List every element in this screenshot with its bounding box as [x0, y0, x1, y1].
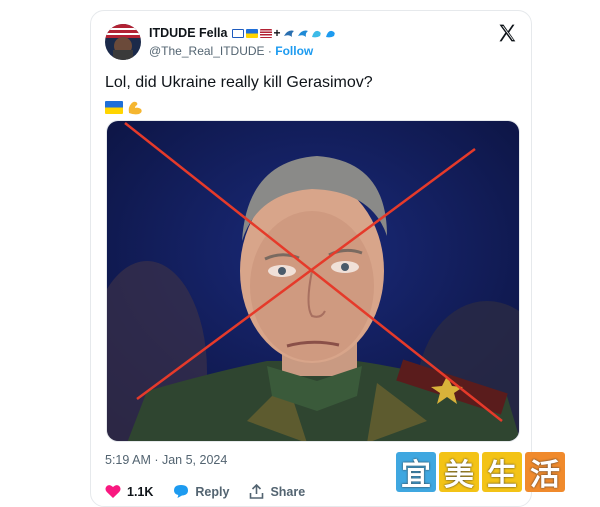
watermark-char: 活 [525, 452, 565, 493]
upload-arrow-icon [250, 484, 264, 499]
reply-button[interactable]: Reply [173, 484, 229, 499]
separator-dot: · [267, 44, 272, 58]
watermark-char: 美 [439, 452, 479, 493]
handle-row: @The_Real_ITDUDE · Follow [149, 44, 313, 58]
name-emojis: + [231, 26, 337, 40]
handle[interactable]: @The_Real_ITDUDE [149, 44, 265, 58]
wave-icon [311, 30, 321, 37]
tweet-card: ITDUDE Fella + @The_Real_ITDUDE · Follow… [90, 10, 532, 507]
ukraine-flag-icon [245, 28, 258, 38]
watermark-logo: 宜 美 生 活 [396, 452, 565, 493]
x-logo-icon[interactable] [497, 23, 517, 43]
tweet-emojis [105, 98, 144, 116]
israel-flag-icon [231, 28, 244, 38]
share-label: Share [270, 484, 306, 499]
heart-icon [105, 485, 121, 498]
dolphin-icon [283, 30, 294, 37]
watermark-char: 生 [482, 452, 522, 493]
like-count: 1.1K [127, 484, 154, 499]
watermark-char: 宜 [396, 452, 436, 493]
tweet-text: Lol, did Ukraine really kill Gerasimov? [105, 74, 373, 91]
tweet-photo[interactable] [106, 120, 520, 442]
author-name-row[interactable]: ITDUDE Fella + [149, 26, 337, 40]
flexed-biceps-icon [128, 101, 142, 115]
avatar[interactable] [105, 24, 141, 60]
tweet-actions: 1.1K Reply Share [105, 484, 305, 499]
follow-button[interactable]: Follow [275, 44, 313, 58]
like-button[interactable]: 1.1K [105, 484, 153, 499]
usa-flag-icon [259, 28, 272, 38]
ukraine-flag-icon [105, 100, 123, 114]
share-button[interactable]: Share [249, 484, 305, 499]
speech-bubble-icon [174, 485, 189, 498]
display-name[interactable]: ITDUDE Fella [149, 26, 228, 40]
reply-label: Reply [195, 484, 230, 499]
tweet-timestamp[interactable]: 5:19 AM · Jan 5, 2024 [105, 453, 227, 467]
dolphin-icon-2 [297, 30, 308, 37]
wave-icon-2 [325, 30, 335, 37]
plus-icon: + [273, 26, 281, 40]
